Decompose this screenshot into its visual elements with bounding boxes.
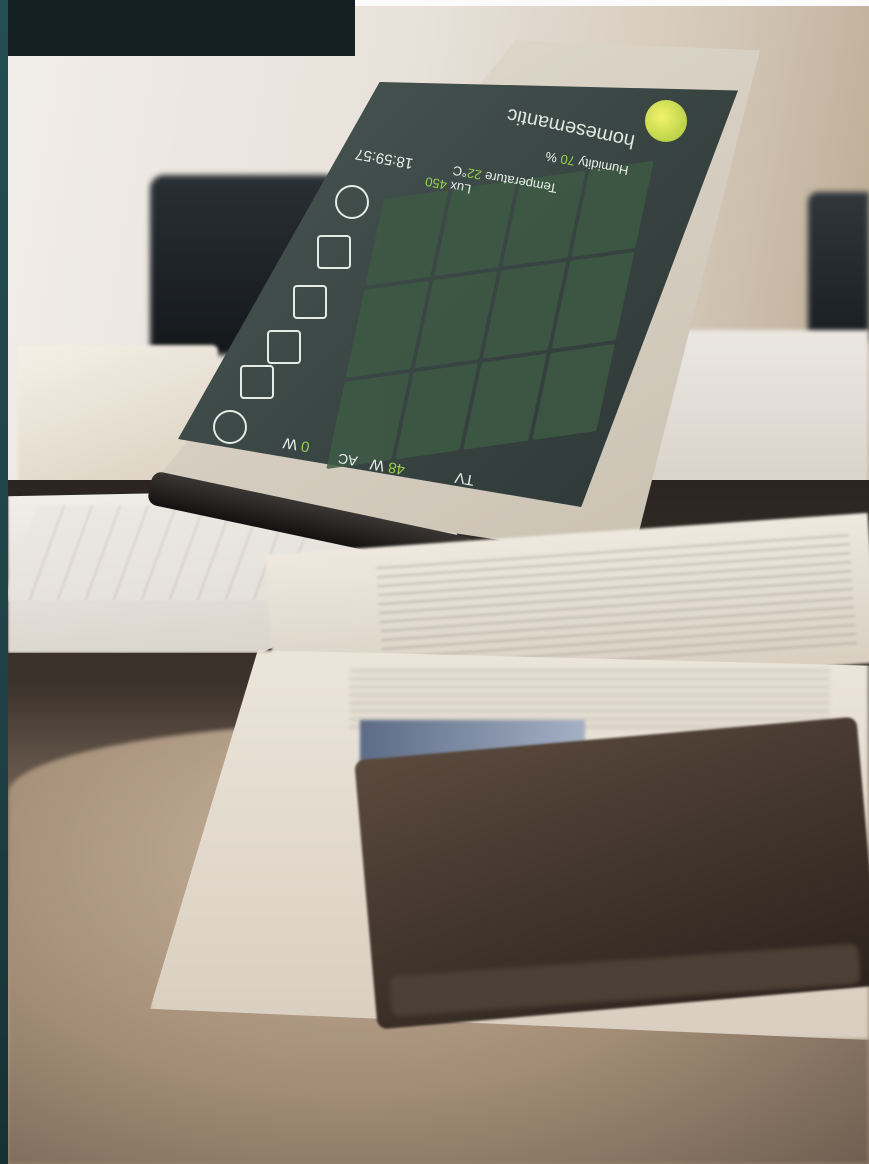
bed-icon — [293, 285, 327, 319]
tv-watts: 48 — [386, 458, 407, 478]
door-icon — [240, 365, 274, 399]
humidity-unit: % — [544, 148, 559, 166]
ac-label: AC — [336, 450, 359, 470]
monitor-icon — [317, 235, 351, 269]
smiley-icon — [335, 185, 369, 219]
lamp-icon — [267, 330, 301, 364]
tv-label: TV — [453, 468, 476, 489]
ac-unit: W — [281, 433, 299, 454]
tv-unit: W — [368, 455, 386, 475]
photo-scene: homesemantic Humidity 70 % Temperature 2… — [0, 0, 869, 1164]
top-dark-bar — [0, 0, 355, 56]
humidity-value: 70 — [559, 151, 577, 169]
temperature-unit: °C — [451, 162, 469, 181]
room-icons — [205, 175, 369, 445]
left-teal-bar — [0, 0, 8, 1164]
top-strip — [355, 0, 869, 6]
chair-right — [808, 192, 869, 342]
temperature-value: 22 — [465, 165, 483, 183]
person-icon — [213, 410, 247, 444]
brand-logo-icon — [645, 100, 687, 142]
